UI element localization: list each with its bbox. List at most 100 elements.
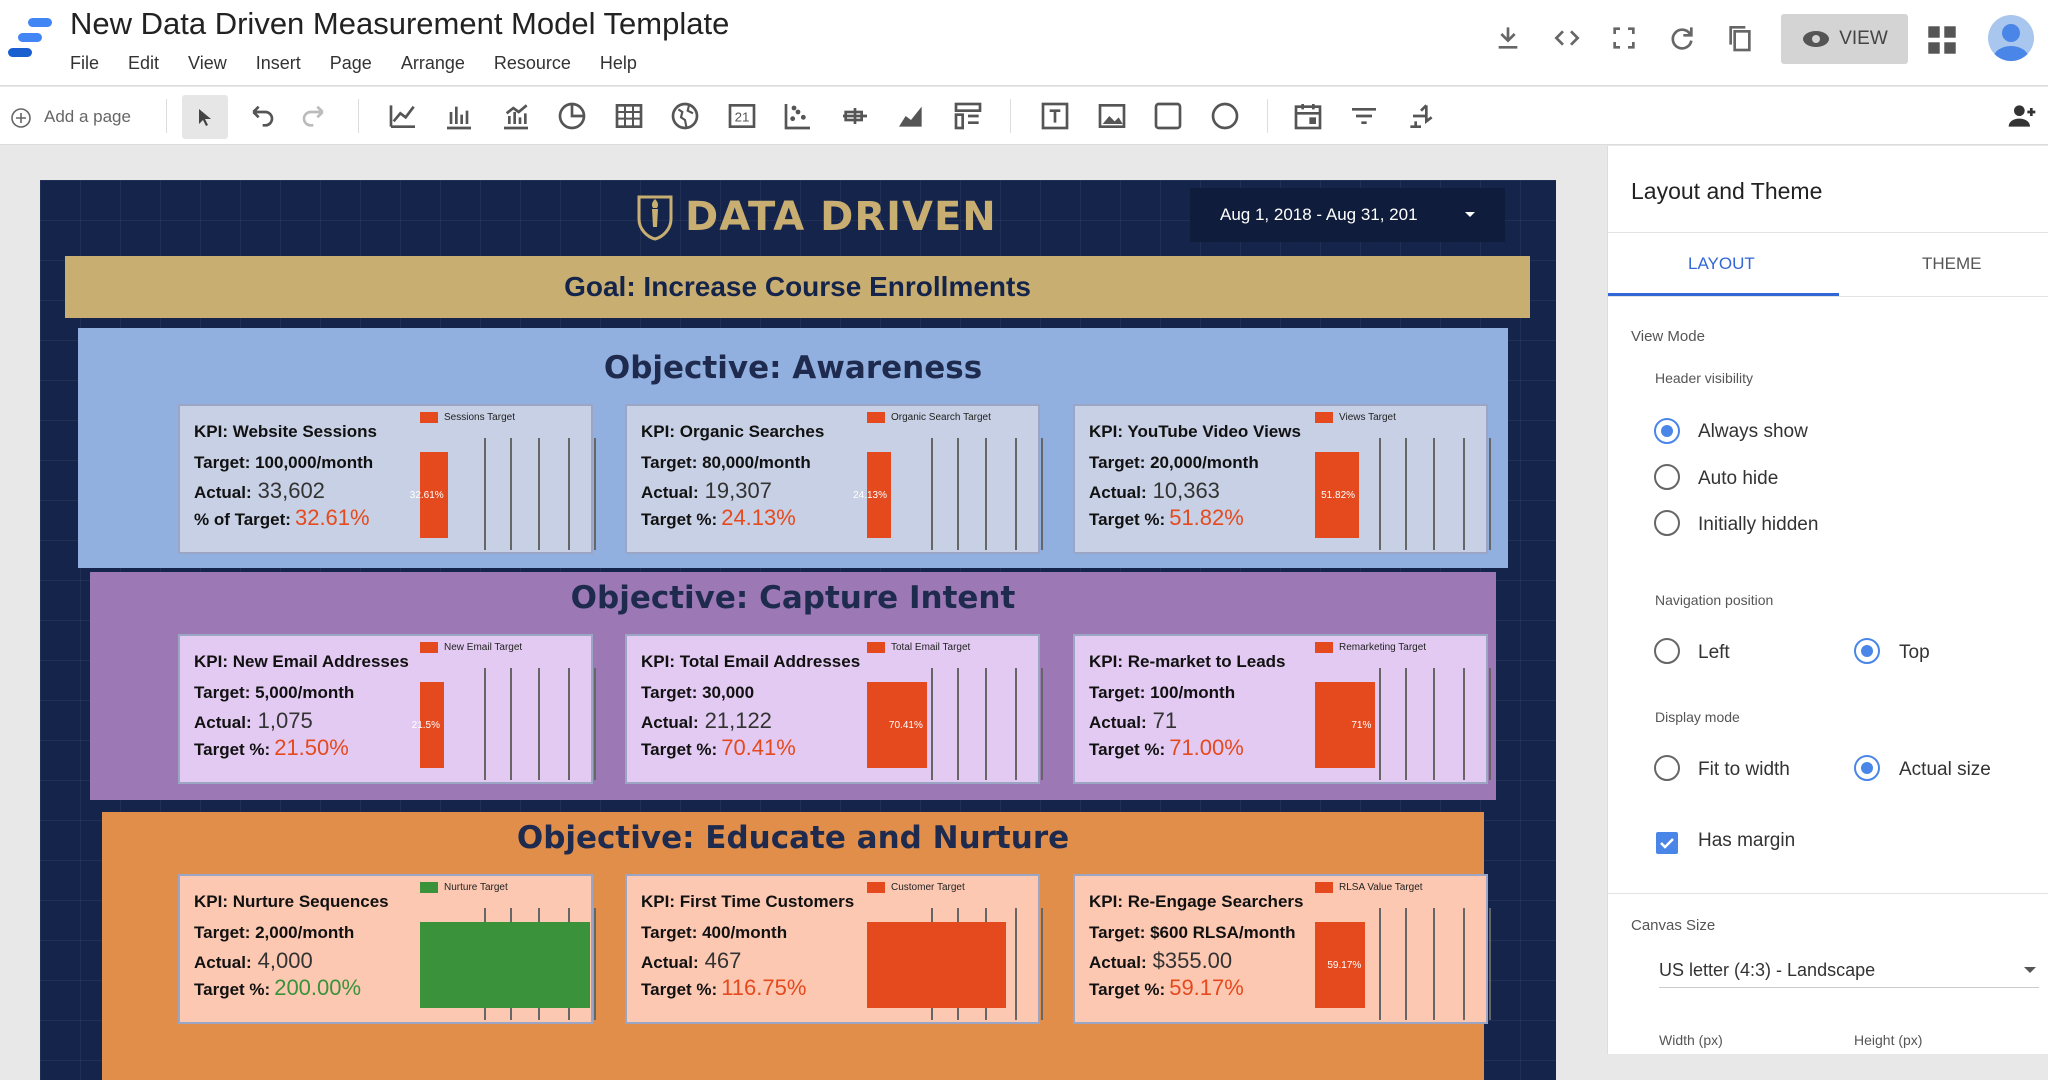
text-box-icon[interactable] (1039, 100, 1071, 132)
kpi-title: KPI: Total Email Addresses (641, 652, 861, 671)
view-button-label: VIEW (1839, 28, 1888, 49)
chart-legend: New Email Target (420, 642, 522, 653)
chart-gridline (594, 908, 596, 1020)
radio-always-show[interactable] (1654, 418, 1680, 444)
kpi-pct-label: Target %: (1089, 510, 1166, 529)
area-chart-icon[interactable] (895, 100, 927, 132)
chart-gridline (484, 668, 486, 780)
chart-gridline (1489, 438, 1491, 550)
menu-edit[interactable]: Edit (128, 53, 159, 74)
menu-arrange[interactable]: Arrange (401, 53, 465, 74)
add-page-label[interactable]: Add a page (44, 107, 131, 127)
menu-insert[interactable]: Insert (256, 53, 301, 74)
kpi-actual-value: 71 (1152, 708, 1178, 733)
pivot-table-icon[interactable] (952, 100, 984, 132)
legend-swatch (420, 882, 438, 893)
kpi-actual-label: Actual: (1089, 713, 1147, 732)
kpi-bar-chart: New Email Target 21.5% (412, 640, 596, 782)
date-range-control[interactable]: Aug 1, 2018 - Aug 31, 201 (1190, 188, 1505, 242)
filter-control-icon[interactable] (1348, 100, 1380, 132)
redo-icon[interactable] (300, 100, 332, 132)
kpi-bar-chart: Nurture Target (420, 880, 596, 1022)
avatar[interactable] (1988, 15, 2034, 61)
radio-initially-hidden[interactable] (1654, 510, 1680, 536)
nav-left-label: Left (1698, 642, 1730, 663)
kpi-target: Target: 2,000/month (194, 923, 355, 942)
document-title[interactable]: New Data Driven Measurement Model Templa… (70, 6, 729, 42)
bullet-chart-icon[interactable] (839, 100, 871, 132)
combo-chart-icon[interactable] (500, 100, 532, 132)
kpi-target: Target: 80,000/month (641, 453, 811, 472)
date-range-value: Aug 1, 2018 - Aug 31, 201 (1220, 205, 1418, 224)
menu-view[interactable]: View (188, 53, 227, 74)
radio-actual-size[interactable] (1854, 755, 1880, 781)
objective-title: Objective: Educate and Nurture (516, 820, 1070, 856)
chart-gridline (1041, 668, 1043, 780)
objective-title: Objective: Capture Intent (570, 580, 1016, 616)
table-icon[interactable] (613, 100, 645, 132)
radio-auto-hide[interactable] (1654, 464, 1680, 490)
chart-legend: Views Target (1315, 412, 1396, 423)
refresh-icon[interactable] (1666, 22, 1698, 54)
chart-gridline (1433, 908, 1435, 1020)
report-canvas: DATA DRIVEN Aug 1, 2018 - Aug 31, 201 Go… (0, 146, 1606, 1080)
embed-code-icon[interactable] (1551, 22, 1583, 54)
scorecard-icon[interactable]: 21 (726, 100, 758, 132)
fullscreen-icon[interactable] (1608, 22, 1640, 54)
kpi-pct-value: 51.82% (1169, 505, 1244, 530)
bar-chart-icon[interactable] (443, 100, 475, 132)
kpi-bar-label: 21.5% (411, 719, 440, 731)
chart-gridline (1489, 668, 1491, 780)
legend-swatch (1315, 412, 1333, 423)
rectangle-icon[interactable] (1152, 100, 1184, 132)
time-series-chart-icon[interactable] (387, 100, 419, 132)
add-page-icon[interactable] (10, 107, 32, 129)
scatter-chart-icon[interactable] (782, 100, 814, 132)
panel-divider (1608, 232, 2048, 233)
download-icon[interactable] (1492, 22, 1524, 54)
kpi-actual-value: 1,075 (257, 708, 313, 733)
chart-gridline (484, 438, 486, 550)
kpi-bar (867, 922, 1007, 1008)
date-range-icon[interactable] (1292, 100, 1324, 132)
toolbar-divider (166, 99, 167, 133)
chart-gridline (1463, 438, 1465, 550)
menu-page[interactable]: Page (330, 53, 372, 74)
circle-icon[interactable] (1209, 100, 1241, 132)
kpi-actual-value: 19,307 (704, 478, 772, 503)
kpi-bar-chart: Remarketing Target 71% (1315, 640, 1491, 782)
radio-nav-top[interactable] (1854, 638, 1880, 664)
menu-resource[interactable]: Resource (494, 53, 571, 74)
chart-gridline (1405, 668, 1407, 780)
select-tool-button[interactable] (182, 95, 228, 139)
has-margin-checkbox[interactable] (1656, 832, 1678, 854)
image-icon[interactable] (1096, 100, 1128, 132)
chart-legend: Sessions Target (420, 412, 515, 423)
actual-size-label: Actual size (1899, 759, 1991, 780)
tab-theme[interactable]: THEME (1922, 254, 1982, 274)
kpi-pct-label: Target %: (194, 740, 271, 759)
report-logo: DATA DRIVEN (635, 192, 997, 242)
legend-label: Total Email Target (891, 642, 971, 653)
tab-layout[interactable]: LAYOUT (1688, 254, 1755, 274)
kpi-pct-label: Target %: (1089, 980, 1166, 999)
copy-icon[interactable] (1724, 22, 1756, 54)
data-studio-logo-icon[interactable] (8, 18, 52, 58)
canvas-size-select[interactable]: US letter (4:3) - Landscape (1659, 954, 2039, 988)
kpi-actual-value: 10,363 (1152, 478, 1220, 503)
geo-map-icon[interactable] (669, 100, 701, 132)
pie-chart-icon[interactable] (556, 100, 588, 132)
radio-nav-left[interactable] (1654, 638, 1680, 664)
chart-gridline (1015, 668, 1017, 780)
menu-help[interactable]: Help (600, 53, 637, 74)
view-button[interactable]: VIEW (1781, 14, 1908, 64)
radio-fit-to-width[interactable] (1654, 755, 1680, 781)
kpi-actual-label: Actual: (641, 713, 699, 732)
kpi-bar-label: 71% (1351, 719, 1372, 731)
app-header: New Data Driven Measurement Model Templa… (0, 0, 2048, 86)
data-control-icon[interactable] (1405, 100, 1437, 132)
apps-grid-icon[interactable] (1926, 24, 1958, 56)
undo-icon[interactable] (244, 100, 276, 132)
add-person-icon[interactable] (2006, 100, 2038, 132)
menu-file[interactable]: File (70, 53, 99, 74)
